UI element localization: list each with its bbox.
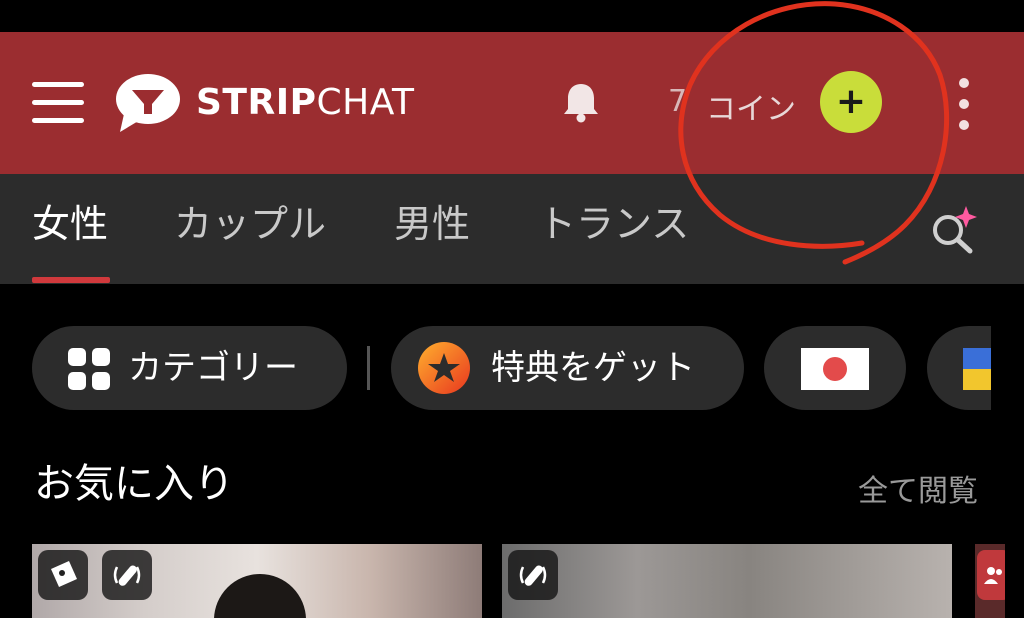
vibration-icon: [519, 565, 547, 586]
favorite-stream-thumbnail-2[interactable]: [502, 544, 952, 618]
interactive-toy-badge: [102, 550, 152, 600]
ukraine-flag-icon: [963, 348, 991, 390]
coin-label: コイン: [706, 92, 796, 127]
brand-thin: CHAT: [316, 82, 415, 123]
thumbnail-image: [214, 574, 306, 618]
favorite-stream-thumbnail-1[interactable]: [32, 544, 482, 618]
get-bonus-label: 特典をゲット: [491, 348, 695, 388]
see-all-link[interactable]: 全て閲覧: [858, 472, 978, 512]
gender-tabs-bar: [0, 174, 1024, 284]
country-japan-chip[interactable]: [764, 326, 906, 410]
stripchat-logo-icon: [116, 74, 180, 132]
add-coins-button[interactable]: +: [820, 71, 882, 133]
tab-men[interactable]: 男性: [394, 198, 470, 250]
get-bonus-chip[interactable]: 特典をゲット: [391, 326, 744, 410]
star-badge-icon: [418, 342, 470, 394]
ticket-badge: [38, 550, 88, 600]
vibration-icon: [113, 565, 141, 586]
more-options-icon[interactable]: [955, 78, 973, 130]
chip-divider: [367, 346, 370, 390]
favorite-stream-thumbnail-3[interactable]: [975, 544, 1005, 618]
tab-women[interactable]: 女性: [32, 198, 108, 250]
interactive-toy-badge: [508, 550, 558, 600]
coin-count: 7: [668, 84, 688, 119]
country-ukraine-chip[interactable]: [927, 326, 991, 410]
brand-logo-text[interactable]: STRIPCHAT: [196, 80, 415, 126]
tab-couples[interactable]: カップル: [174, 198, 326, 250]
ticket-icon: [51, 561, 77, 587]
ai-search-icon[interactable]: [928, 204, 980, 256]
brand-bold: STRIP: [196, 82, 317, 123]
categories-label: カテゴリー: [128, 348, 298, 388]
categories-chip[interactable]: カテゴリー: [32, 326, 347, 410]
grid-icon: [68, 348, 110, 390]
japan-flag-icon: [801, 348, 869, 390]
bell-icon[interactable]: [561, 80, 601, 124]
hamburger-menu-icon[interactable]: [32, 82, 84, 124]
favorites-title: お気に入り: [34, 461, 234, 507]
group-icon: [984, 567, 1002, 584]
tab-trans[interactable]: トランス: [538, 198, 689, 250]
group-show-badge: [977, 550, 1005, 600]
active-tab-indicator: [32, 277, 110, 283]
